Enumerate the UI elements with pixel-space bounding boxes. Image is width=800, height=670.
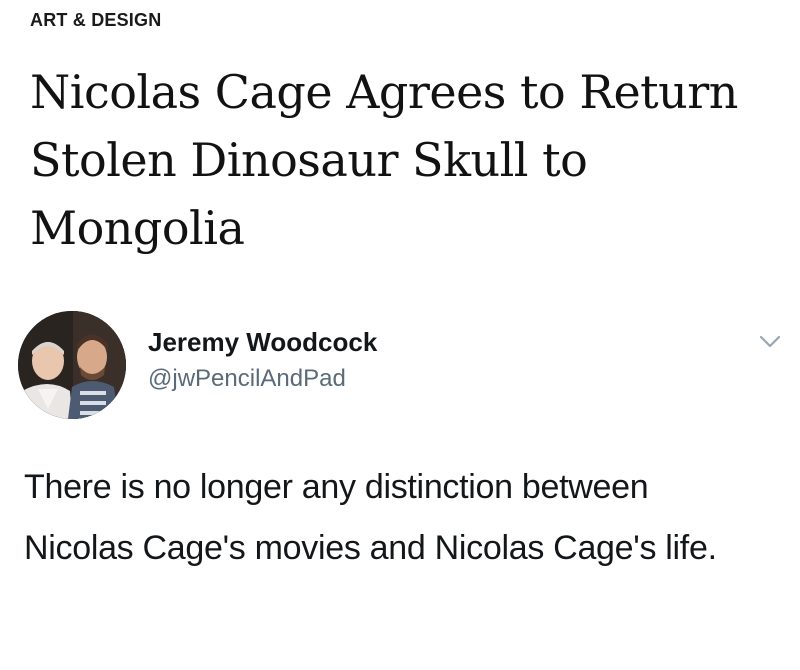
avatar[interactable] bbox=[18, 311, 126, 419]
tweet-menu-button[interactable] bbox=[756, 331, 784, 351]
tweet-text: There is no longer any distinction betwe… bbox=[24, 468, 717, 567]
author-handle[interactable]: @jwPencilAndPad bbox=[148, 365, 346, 393]
chevron-down-icon bbox=[759, 335, 781, 348]
author-name[interactable]: Jeremy Woodcock bbox=[148, 327, 377, 358]
avatar-photo-icon bbox=[18, 311, 126, 419]
article-headline[interactable]: Nicolas Cage Agrees to Return Stolen Din… bbox=[30, 58, 790, 262]
section-label[interactable]: ART & DESIGN bbox=[30, 10, 161, 31]
tweet-card: Jeremy Woodcock @jwPencilAndPad There is… bbox=[18, 305, 788, 665]
